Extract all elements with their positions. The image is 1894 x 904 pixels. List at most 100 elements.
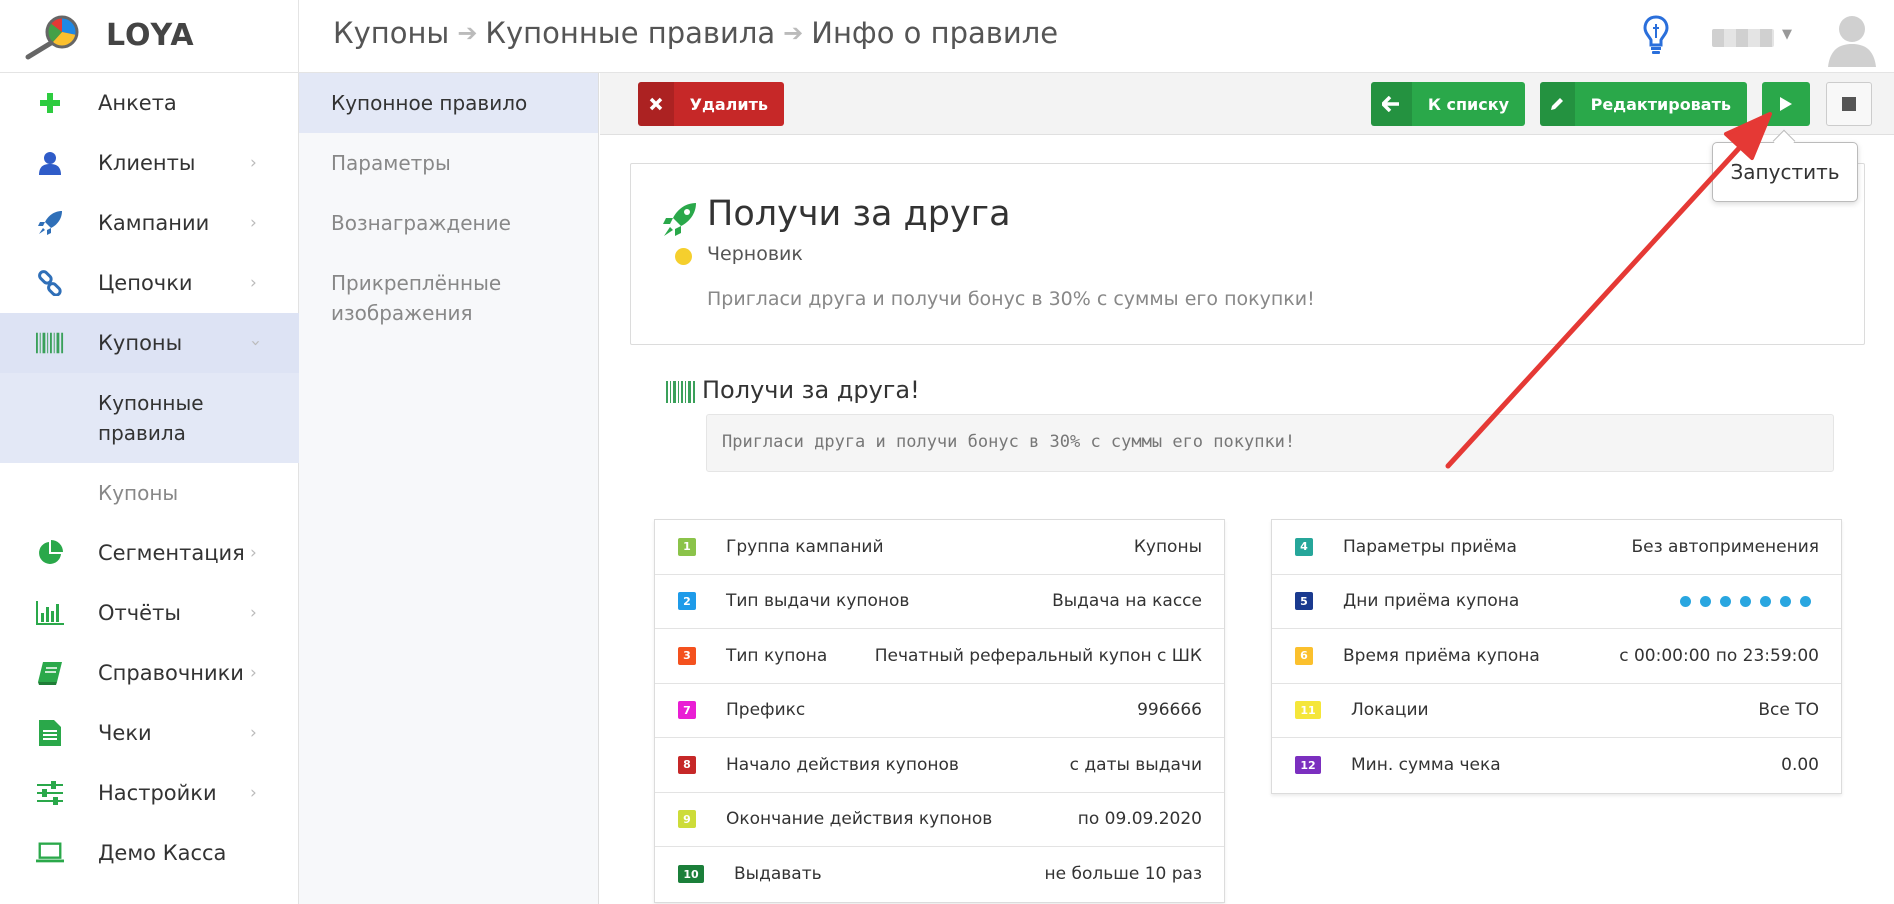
param-number-badge: 3 [678,646,696,665]
param-row: 11 Локации Все ТО [1272,684,1841,738]
param-label: Окончание действия купонов [726,809,993,830]
subnav-item-parameters[interactable]: Параметры [299,133,598,193]
sidebar-subitem-coupons[interactable]: Купоны [0,463,299,523]
stop-button[interactable] [1826,82,1872,126]
link-icon [36,270,64,296]
subnav-item-coupon-rule[interactable]: Купонное правило [299,73,598,133]
param-row: 3 Тип купона Печатный реферальный купон … [655,629,1224,684]
accept-day-dot [1720,595,1731,607]
edit-button-label: Редактировать [1590,94,1731,114]
header-divider [298,0,299,73]
caret-down-icon[interactable]: ▼ [1782,27,1792,42]
pencil-icon [1540,82,1575,126]
barcode-icon [666,381,695,403]
breadcrumb-rule-info: Инфо о правиле [811,16,1059,50]
param-label: Дни приёма купона [1343,591,1520,612]
param-row: 10 Выдавать не больше 10 раз [655,847,1224,902]
param-row: 9 Окончание действия купонов по 09.09.20… [655,793,1224,847]
param-number-badge: 12 [1295,756,1321,775]
param-value: с 00:00:00 по 23:59:00 [1619,645,1819,666]
sidebar-subitem-label: Купонные [98,391,204,415]
sidebar-item-questionnaire[interactable]: Анкета [0,73,299,133]
sidebar-item-label: Кампании [98,211,210,235]
param-value: не больше 10 раз [1044,864,1202,885]
brand-name[interactable]: LOYA [106,18,195,53]
accept-day-dot [1800,595,1811,607]
sidebar-subitem-coupon-rules[interactable]: Купонные правила [0,373,299,463]
param-row: 2 Тип выдачи купонов Выдача на кассе [655,575,1224,629]
param-number-badge: 5 [1295,592,1313,611]
param-row: 1 Группа кампаний Купоны [655,520,1224,575]
sidebar-item-coupons[interactable]: Купоны › [0,313,299,373]
delete-button[interactable]: Удалить [638,82,784,126]
user-icon [36,150,64,176]
sidebar-subitem-label: правила [98,421,186,445]
sidebar-item-label: Анкета [98,91,177,115]
accept-days-indicator [1680,595,1811,607]
rule-description: Пригласи друга и получи бонус в 30% с су… [707,288,1315,310]
accept-day-dot [1760,595,1771,607]
param-label: Мин. сумма чека [1351,755,1501,776]
sliders-icon [36,780,64,806]
param-value: Выдача на кассе [1052,591,1202,612]
lightbulb-icon[interactable] [1643,14,1669,56]
status-badge: Черновик [707,243,803,265]
sidebar-item-demo-cash[interactable]: Демо Касса [0,823,299,883]
arrow-left-icon [1371,82,1412,126]
sidebar: Анкета Клиенты › Кампании › Цепочки › Ку… [0,73,299,904]
rocket-icon [663,203,696,236]
laptop-icon [36,840,64,866]
params-table-left: 1 Группа кампаний Купоны 2 Тип выдачи ку… [654,519,1225,903]
param-row: 6 Время приёма купона с 00:00:00 по 23:5… [1272,629,1841,684]
sidebar-item-reports[interactable]: Отчёты › [0,583,299,643]
subnav-item-label: Прикреплённые [331,271,502,295]
params-table-right: 4 Параметры приёма Без автоприменения 5 … [1271,519,1842,794]
param-value: Печатный реферальный купон с ШК [874,645,1202,666]
rule-card: Получи за друга Черновик Пригласи друга … [630,163,1865,345]
param-number-badge: 7 [678,701,696,720]
accept-day-dot [1700,595,1711,607]
edit-button[interactable]: Редактировать [1540,82,1747,126]
chevron-right-icon: › [250,273,257,293]
sidebar-item-chains[interactable]: Цепочки › [0,253,299,313]
avatar[interactable] [1826,9,1878,67]
sidebar-item-campaigns[interactable]: Кампании › [0,193,299,253]
logo-icon[interactable] [22,13,84,61]
back-to-list-button[interactable]: К списку [1371,82,1525,126]
param-label: Параметры приёма [1343,536,1517,557]
rule-subnav: Купонное правило Параметры Вознаграждени… [299,73,599,904]
subnav-item-label: Параметры [331,151,451,175]
document-icon [36,720,64,746]
sidebar-item-label: Отчёты [98,601,181,625]
sidebar-item-segmentation[interactable]: Сегментация › [0,523,299,583]
chevron-right-icon: › [250,153,257,173]
start-button[interactable] [1762,82,1810,126]
param-value: по 09.09.2020 [1077,809,1202,830]
chevron-right-icon: › [250,213,257,233]
stop-icon [1842,97,1856,111]
param-number-badge: 8 [678,755,696,774]
param-number-badge: 6 [1295,646,1313,665]
user-name-blurred[interactable] [1712,29,1774,47]
chevron-right-icon: › [250,723,257,743]
accept-day-dot [1680,595,1691,607]
param-label: Выдавать [734,864,822,885]
arrow-right-icon: ➔ [783,19,804,47]
sidebar-subitem-label: Купоны [98,481,179,505]
breadcrumb-coupon-rules[interactable]: Купонные правила [485,16,775,50]
subnav-item-reward[interactable]: Вознаграждение [299,193,598,253]
rule-content: Получи за друга Черновик Пригласи друга … [600,136,1894,904]
sidebar-item-label: Цепочки [98,271,193,295]
sidebar-item-settings[interactable]: Настройки › [0,763,299,823]
sidebar-item-label: Сегментация [98,541,245,565]
breadcrumb-coupons[interactable]: Купоны [333,16,449,50]
param-row: 12 Мин. сумма чека 0.00 [1272,738,1841,793]
sidebar-item-label: Справочники [98,661,244,685]
sidebar-item-directories[interactable]: Справочники › [0,643,299,703]
param-label: Тип купона [726,645,828,666]
subnav-item-attached-images[interactable]: Прикреплённые изображения [299,253,598,343]
sidebar-item-clients[interactable]: Клиенты › [0,133,299,193]
sidebar-item-receipts[interactable]: Чеки › [0,703,299,763]
param-number-badge: 10 [678,865,704,884]
sidebar-item-label: Настройки [98,781,217,805]
